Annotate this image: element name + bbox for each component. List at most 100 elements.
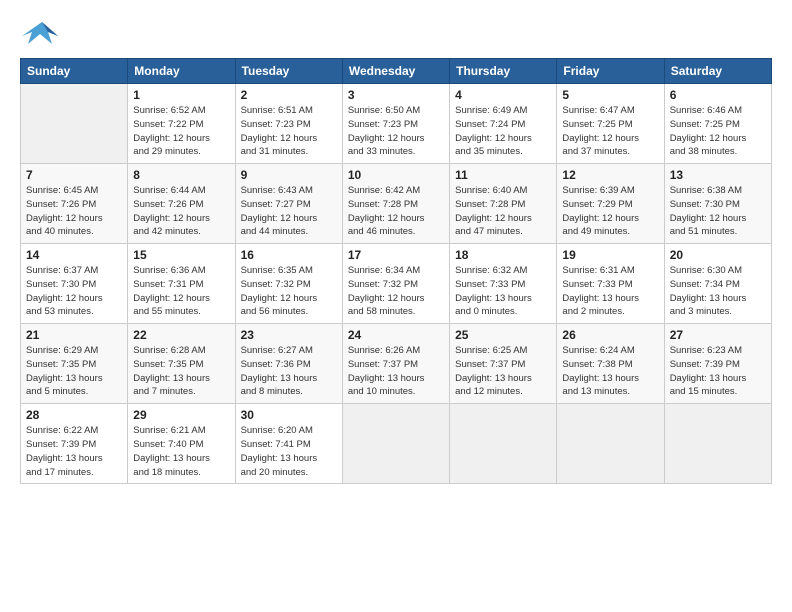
day-info: Sunrise: 6:47 AM Sunset: 7:25 PM Dayligh… bbox=[562, 104, 658, 159]
day-number: 1 bbox=[133, 88, 229, 102]
day-number: 4 bbox=[455, 88, 551, 102]
calendar-cell: 25Sunrise: 6:25 AM Sunset: 7:37 PM Dayli… bbox=[450, 324, 557, 404]
calendar-cell: 20Sunrise: 6:30 AM Sunset: 7:34 PM Dayli… bbox=[664, 244, 771, 324]
day-info: Sunrise: 6:46 AM Sunset: 7:25 PM Dayligh… bbox=[670, 104, 766, 159]
calendar-cell: 3Sunrise: 6:50 AM Sunset: 7:23 PM Daylig… bbox=[342, 84, 449, 164]
day-info: Sunrise: 6:42 AM Sunset: 7:28 PM Dayligh… bbox=[348, 184, 444, 239]
day-info: Sunrise: 6:28 AM Sunset: 7:35 PM Dayligh… bbox=[133, 344, 229, 399]
day-info: Sunrise: 6:27 AM Sunset: 7:36 PM Dayligh… bbox=[241, 344, 337, 399]
day-number: 18 bbox=[455, 248, 551, 262]
day-info: Sunrise: 6:35 AM Sunset: 7:32 PM Dayligh… bbox=[241, 264, 337, 319]
day-number: 24 bbox=[348, 328, 444, 342]
day-number: 5 bbox=[562, 88, 658, 102]
calendar-cell: 2 Sunrise: 6:51 AM Sunset: 7:23 PM Daylig… bbox=[235, 84, 342, 164]
calendar-cell: 22 Sunrise: 6:28 AM Sunset: 7:35 PM Dayli… bbox=[128, 324, 235, 404]
calendar-cell: 19 Sunrise: 6:31 AM Sunset: 7:33 PM Dayli… bbox=[557, 244, 664, 324]
calendar-week-5: 28 Sunrise: 6:22 AM Sunset: 7:39 PM Dayli… bbox=[21, 404, 772, 484]
weekday-header-row: SundayMondayTuesdayWednesdayThursdayFrid… bbox=[21, 59, 772, 84]
day-info: Sunrise: 6:43 AM Sunset: 7:27 PM Dayligh… bbox=[241, 184, 337, 239]
day-number: 22 bbox=[133, 328, 229, 342]
calendar-table: SundayMondayTuesdayWednesdayThursdayFrid… bbox=[20, 58, 772, 484]
day-info: Sunrise: 6:50 AM Sunset: 7:23 PM Dayligh… bbox=[348, 104, 444, 159]
calendar-cell: 10 Sunrise: 6:42 AM Sunset: 7:28 PM Dayli… bbox=[342, 164, 449, 244]
day-info: Sunrise: 6:44 AM Sunset: 7:26 PM Dayligh… bbox=[133, 184, 229, 239]
header bbox=[20, 18, 772, 48]
calendar-cell: 8 Sunrise: 6:44 AM Sunset: 7:26 PM Daylig… bbox=[128, 164, 235, 244]
calendar-week-1: 1 Sunrise: 6:52 AM Sunset: 7:22 PM Daylig… bbox=[21, 84, 772, 164]
calendar-cell: 7Sunrise: 6:45 AM Sunset: 7:26 PM Daylig… bbox=[21, 164, 128, 244]
calendar-cell: 4 Sunrise: 6:49 AM Sunset: 7:24 PM Daylig… bbox=[450, 84, 557, 164]
day-number: 21 bbox=[26, 328, 122, 342]
calendar-cell bbox=[664, 404, 771, 484]
calendar-cell: 12Sunrise: 6:39 AM Sunset: 7:29 PM Dayli… bbox=[557, 164, 664, 244]
calendar-cell bbox=[342, 404, 449, 484]
day-info: Sunrise: 6:21 AM Sunset: 7:40 PM Dayligh… bbox=[133, 424, 229, 479]
day-info: Sunrise: 6:36 AM Sunset: 7:31 PM Dayligh… bbox=[133, 264, 229, 319]
weekday-header-sunday: Sunday bbox=[21, 59, 128, 84]
calendar-cell: 11 Sunrise: 6:40 AM Sunset: 7:28 PM Dayli… bbox=[450, 164, 557, 244]
weekday-header-monday: Monday bbox=[128, 59, 235, 84]
calendar-cell bbox=[557, 404, 664, 484]
day-info: Sunrise: 6:32 AM Sunset: 7:33 PM Dayligh… bbox=[455, 264, 551, 319]
weekday-header-saturday: Saturday bbox=[664, 59, 771, 84]
calendar-cell: 9 Sunrise: 6:43 AM Sunset: 7:27 PM Daylig… bbox=[235, 164, 342, 244]
day-number: 13 bbox=[670, 168, 766, 182]
calendar-cell: 16 Sunrise: 6:35 AM Sunset: 7:32 PM Dayli… bbox=[235, 244, 342, 324]
logo bbox=[20, 18, 68, 48]
day-info: Sunrise: 6:52 AM Sunset: 7:22 PM Dayligh… bbox=[133, 104, 229, 159]
calendar-cell: 28 Sunrise: 6:22 AM Sunset: 7:39 PM Dayli… bbox=[21, 404, 128, 484]
calendar-cell: 26 Sunrise: 6:24 AM Sunset: 7:38 PM Dayli… bbox=[557, 324, 664, 404]
day-number: 28 bbox=[26, 408, 122, 422]
day-number: 16 bbox=[241, 248, 337, 262]
calendar-cell: 23 Sunrise: 6:27 AM Sunset: 7:36 PM Dayli… bbox=[235, 324, 342, 404]
day-info: Sunrise: 6:49 AM Sunset: 7:24 PM Dayligh… bbox=[455, 104, 551, 159]
calendar-cell bbox=[450, 404, 557, 484]
day-info: Sunrise: 6:38 AM Sunset: 7:30 PM Dayligh… bbox=[670, 184, 766, 239]
calendar-cell: 27Sunrise: 6:23 AM Sunset: 7:39 PM Dayli… bbox=[664, 324, 771, 404]
day-number: 11 bbox=[455, 168, 551, 182]
calendar-cell: 14 Sunrise: 6:37 AM Sunset: 7:30 PM Dayli… bbox=[21, 244, 128, 324]
day-number: 15 bbox=[133, 248, 229, 262]
calendar-cell bbox=[21, 84, 128, 164]
day-info: Sunrise: 6:34 AM Sunset: 7:32 PM Dayligh… bbox=[348, 264, 444, 319]
day-number: 30 bbox=[241, 408, 337, 422]
day-number: 26 bbox=[562, 328, 658, 342]
calendar-cell: 18 Sunrise: 6:32 AM Sunset: 7:33 PM Dayli… bbox=[450, 244, 557, 324]
day-info: Sunrise: 6:51 AM Sunset: 7:23 PM Dayligh… bbox=[241, 104, 337, 159]
logo-icon bbox=[20, 18, 64, 48]
day-number: 20 bbox=[670, 248, 766, 262]
day-number: 6 bbox=[670, 88, 766, 102]
day-info: Sunrise: 6:23 AM Sunset: 7:39 PM Dayligh… bbox=[670, 344, 766, 399]
calendar-cell: 29Sunrise: 6:21 AM Sunset: 7:40 PM Dayli… bbox=[128, 404, 235, 484]
weekday-header-wednesday: Wednesday bbox=[342, 59, 449, 84]
day-info: Sunrise: 6:45 AM Sunset: 7:26 PM Dayligh… bbox=[26, 184, 122, 239]
calendar-cell: 1 Sunrise: 6:52 AM Sunset: 7:22 PM Daylig… bbox=[128, 84, 235, 164]
calendar-cell: 24 Sunrise: 6:26 AM Sunset: 7:37 PM Dayli… bbox=[342, 324, 449, 404]
day-info: Sunrise: 6:22 AM Sunset: 7:39 PM Dayligh… bbox=[26, 424, 122, 479]
day-number: 17 bbox=[348, 248, 444, 262]
day-number: 10 bbox=[348, 168, 444, 182]
calendar-cell: 5 Sunrise: 6:47 AM Sunset: 7:25 PM Daylig… bbox=[557, 84, 664, 164]
day-number: 23 bbox=[241, 328, 337, 342]
day-info: Sunrise: 6:29 AM Sunset: 7:35 PM Dayligh… bbox=[26, 344, 122, 399]
calendar-week-3: 14 Sunrise: 6:37 AM Sunset: 7:30 PM Dayli… bbox=[21, 244, 772, 324]
calendar-cell: 17 Sunrise: 6:34 AM Sunset: 7:32 PM Dayli… bbox=[342, 244, 449, 324]
day-number: 9 bbox=[241, 168, 337, 182]
day-number: 14 bbox=[26, 248, 122, 262]
day-number: 8 bbox=[133, 168, 229, 182]
calendar-week-4: 21 Sunrise: 6:29 AM Sunset: 7:35 PM Dayli… bbox=[21, 324, 772, 404]
calendar-cell: 30Sunrise: 6:20 AM Sunset: 7:41 PM Dayli… bbox=[235, 404, 342, 484]
calendar-cell: 6 Sunrise: 6:46 AM Sunset: 7:25 PM Daylig… bbox=[664, 84, 771, 164]
day-info: Sunrise: 6:25 AM Sunset: 7:37 PM Dayligh… bbox=[455, 344, 551, 399]
day-number: 19 bbox=[562, 248, 658, 262]
day-info: Sunrise: 6:26 AM Sunset: 7:37 PM Dayligh… bbox=[348, 344, 444, 399]
day-number: 2 bbox=[241, 88, 337, 102]
day-info: Sunrise: 6:40 AM Sunset: 7:28 PM Dayligh… bbox=[455, 184, 551, 239]
day-info: Sunrise: 6:24 AM Sunset: 7:38 PM Dayligh… bbox=[562, 344, 658, 399]
day-info: Sunrise: 6:31 AM Sunset: 7:33 PM Dayligh… bbox=[562, 264, 658, 319]
main-container: SundayMondayTuesdayWednesdayThursdayFrid… bbox=[0, 0, 792, 496]
calendar-week-2: 7Sunrise: 6:45 AM Sunset: 7:26 PM Daylig… bbox=[21, 164, 772, 244]
day-number: 12 bbox=[562, 168, 658, 182]
day-info: Sunrise: 6:37 AM Sunset: 7:30 PM Dayligh… bbox=[26, 264, 122, 319]
calendar-cell: 21 Sunrise: 6:29 AM Sunset: 7:35 PM Dayli… bbox=[21, 324, 128, 404]
